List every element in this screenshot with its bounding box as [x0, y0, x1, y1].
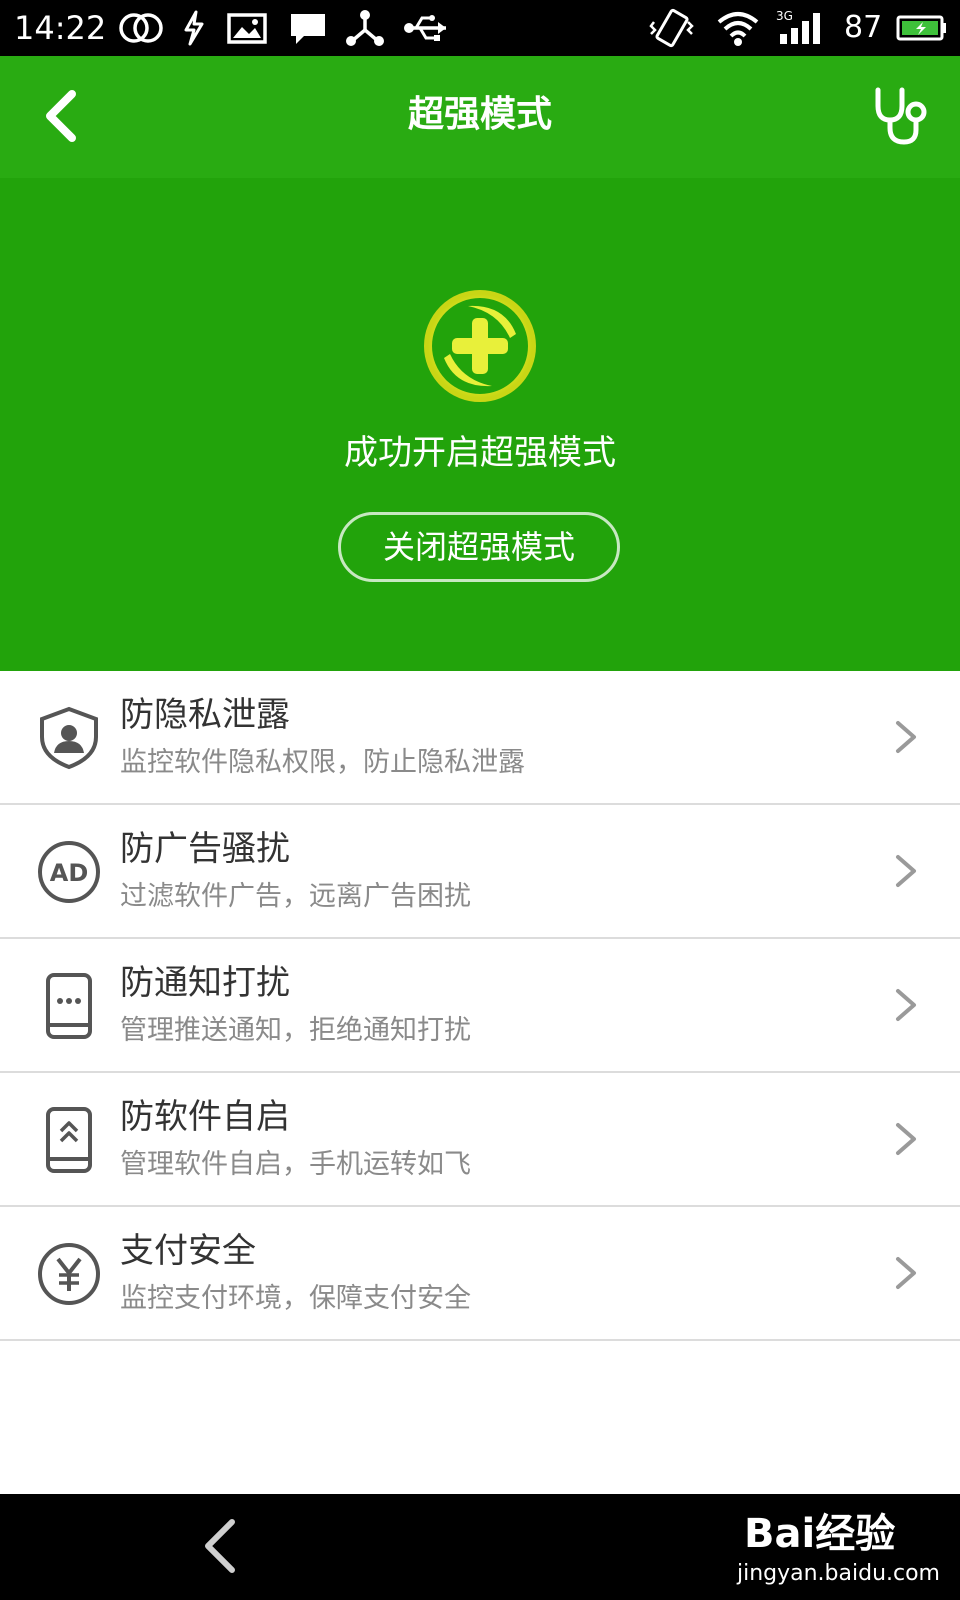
page-title: 超强模式 [407, 94, 552, 135]
item-title: 防广告骚扰 [120, 829, 290, 869]
chevron-right-icon [896, 1123, 916, 1155]
item-subtitle: 监控支付环境，保障支付安全 [120, 1283, 471, 1314]
status-bar: 14:22 3G 87 [0, 0, 960, 56]
list-item-payment[interactable]: 支付安全 监控支付环境，保障支付安全 [0, 1207, 960, 1341]
app-bar: 超强模式 [0, 56, 960, 178]
hero-panel: 成功开启超强模式 关闭超强模式 [0, 178, 960, 671]
vibrate-icon [649, 8, 694, 48]
list-item-privacy[interactable]: 防隐私泄露 监控软件隐私权限，防止隐私泄露 [0, 671, 960, 805]
shield-user-icon [40, 706, 98, 770]
plus-shield-logo [424, 290, 536, 402]
signal-3g-icon: 3G [776, 9, 820, 44]
image-icon [227, 13, 267, 44]
svg-text:AD: AD [50, 859, 89, 887]
chevron-right-icon [896, 1257, 916, 1289]
message-icon [291, 14, 325, 44]
usb-icon [404, 15, 446, 41]
share-icon [346, 10, 384, 46]
item-title: 支付安全 [120, 1231, 256, 1271]
item-title: 防通知打扰 [120, 963, 290, 1003]
wifi-icon [717, 12, 759, 46]
chevron-right-icon [896, 855, 916, 887]
status-time: 14:22 [14, 9, 107, 47]
phone-autostart-icon [46, 1107, 92, 1173]
circles-icon [119, 13, 163, 43]
list-item-ads[interactable]: AD 防广告骚扰 过滤软件广告，远离广告困扰 [0, 805, 960, 939]
bolt-icon [184, 10, 204, 46]
item-subtitle: 过滤软件广告，远离广告困扰 [120, 881, 471, 912]
item-subtitle: 监控软件隐私权限，防止隐私泄露 [120, 747, 525, 778]
nav-back-icon[interactable] [196, 1516, 246, 1576]
watermark: Bai经验 jingyan.baidu.com [720, 1508, 940, 1594]
watermark-brand: Bai经验 [744, 1511, 896, 1557]
list-item-notifications[interactable]: 防通知打扰 管理推送通知，拒绝通知打扰 [0, 939, 960, 1073]
chevron-right-icon [896, 721, 916, 753]
list-item-autostart[interactable]: 防软件自启 管理软件自启，手机运转如飞 [0, 1073, 960, 1207]
item-subtitle: 管理软件自启，手机运转如飞 [120, 1149, 471, 1180]
item-subtitle: 管理推送通知，拒绝通知打扰 [120, 1015, 471, 1046]
battery-icon [896, 15, 946, 41]
network-label: 3G [776, 9, 793, 23]
mode-status-text: 成功开启超强模式 [344, 433, 616, 473]
chevron-right-icon [896, 989, 916, 1021]
navigation-bar: Bai经验 jingyan.baidu.com [0, 1494, 960, 1600]
feature-list: 防隐私泄露 监控软件隐私权限，防止隐私泄露 AD 防广告骚扰 过滤软件广告，远离… [0, 671, 960, 1341]
yuan-icon [38, 1243, 100, 1305]
battery-percent: 87 [844, 10, 883, 45]
item-title: 防隐私泄露 [120, 695, 290, 735]
close-mode-button[interactable]: 关闭超强模式 [338, 512, 620, 582]
item-title: 防软件自启 [120, 1097, 290, 1137]
ad-icon: AD [38, 841, 100, 903]
watermark-url: jingyan.baidu.com [736, 1561, 940, 1586]
stethoscope-icon[interactable] [868, 84, 932, 148]
phone-notify-icon [46, 973, 92, 1039]
